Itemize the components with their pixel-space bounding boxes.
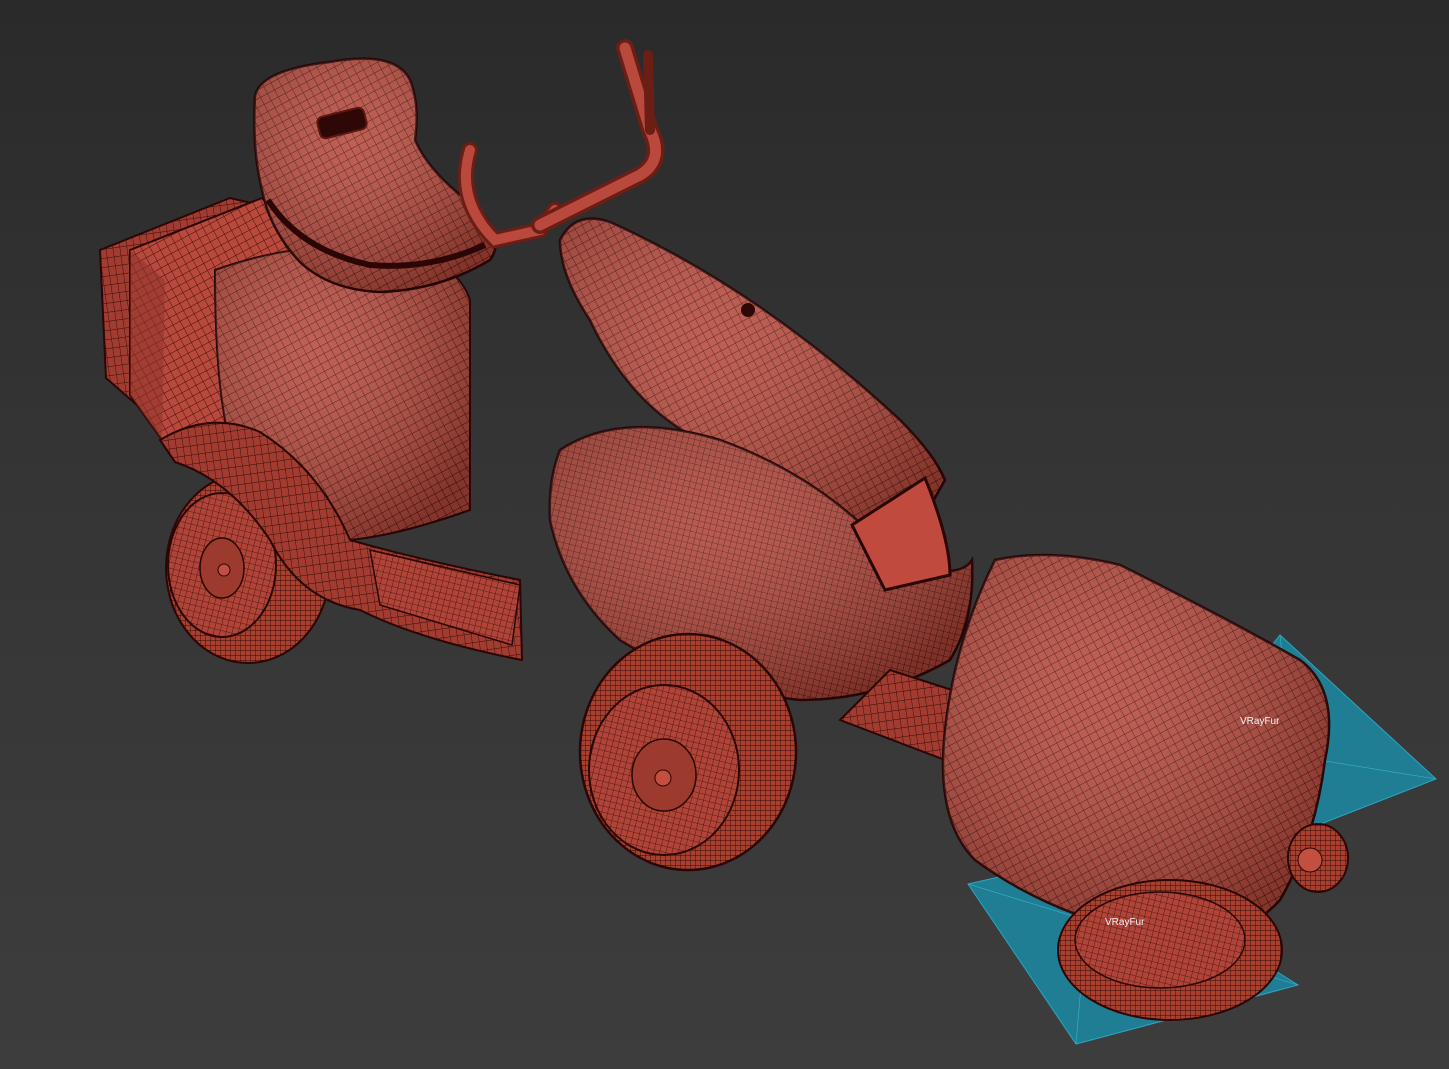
- mower-roller-bottom[interactable]: [1057, 879, 1283, 1021]
- vrayfur-label-bottom: VRayFur: [1105, 917, 1145, 928]
- scene-canvas[interactable]: VRayFur VRayFur: [0, 0, 1449, 1069]
- perspective-viewport[interactable]: VRayFur VRayFur: [0, 0, 1449, 1069]
- mower-roller-right[interactable]: [1287, 823, 1349, 893]
- front-wheel[interactable]: [578, 632, 798, 872]
- vrayfur-label-right: VRayFur: [1240, 716, 1280, 727]
- steering-tiller[interactable]: [457, 39, 665, 249]
